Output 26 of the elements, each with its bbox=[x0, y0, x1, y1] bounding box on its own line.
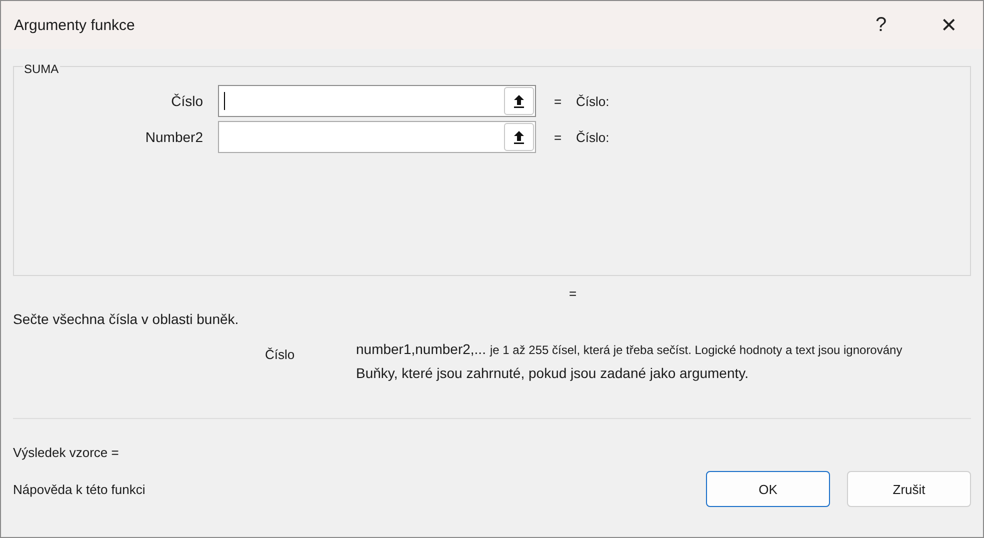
cancel-button[interactable]: Zrušit bbox=[847, 471, 971, 507]
upload-arrow-icon bbox=[513, 130, 525, 144]
help-link[interactable]: Nápověda k této funkci bbox=[13, 482, 689, 496]
equals-sign: = bbox=[554, 94, 563, 108]
window-title: Argumenty funkce bbox=[14, 16, 136, 34]
argument-name: Číslo bbox=[264, 347, 296, 364]
ok-button[interactable]: OK bbox=[706, 471, 830, 507]
argument-label: Number2 bbox=[144, 129, 204, 145]
collapse-button[interactable] bbox=[504, 123, 534, 151]
close-button[interactable]: ✕ bbox=[915, 1, 983, 49]
argument-field[interactable] bbox=[218, 85, 536, 117]
formula-result: Výsledek vzorce = bbox=[13, 445, 120, 460]
argument-syntax: number1,number2,... bbox=[356, 341, 486, 357]
help-button[interactable]: ? bbox=[847, 1, 915, 49]
collapse-button[interactable] bbox=[504, 87, 534, 115]
argument-description: je 1 až 255 čísel, která je třeba sečíst. Logické hodnoty a text jsou ignorovány bbox=[490, 343, 902, 357]
argument-result: Číslo: bbox=[576, 94, 610, 108]
argument-label: Číslo bbox=[170, 93, 204, 109]
argument-description: Buňky, které jsou zahrnuté, pokud jsou zadané jako argumenty. bbox=[356, 365, 750, 381]
function-description: Sečte všechna čísla v oblasti buněk. bbox=[13, 311, 240, 327]
upload-arrow-icon bbox=[513, 94, 525, 108]
equals-sign: = bbox=[569, 286, 577, 301]
equals-sign: = bbox=[554, 130, 563, 144]
function-name: SUMA bbox=[23, 62, 60, 76]
argument-result: Číslo: bbox=[576, 130, 610, 144]
argument-field[interactable] bbox=[218, 121, 536, 153]
